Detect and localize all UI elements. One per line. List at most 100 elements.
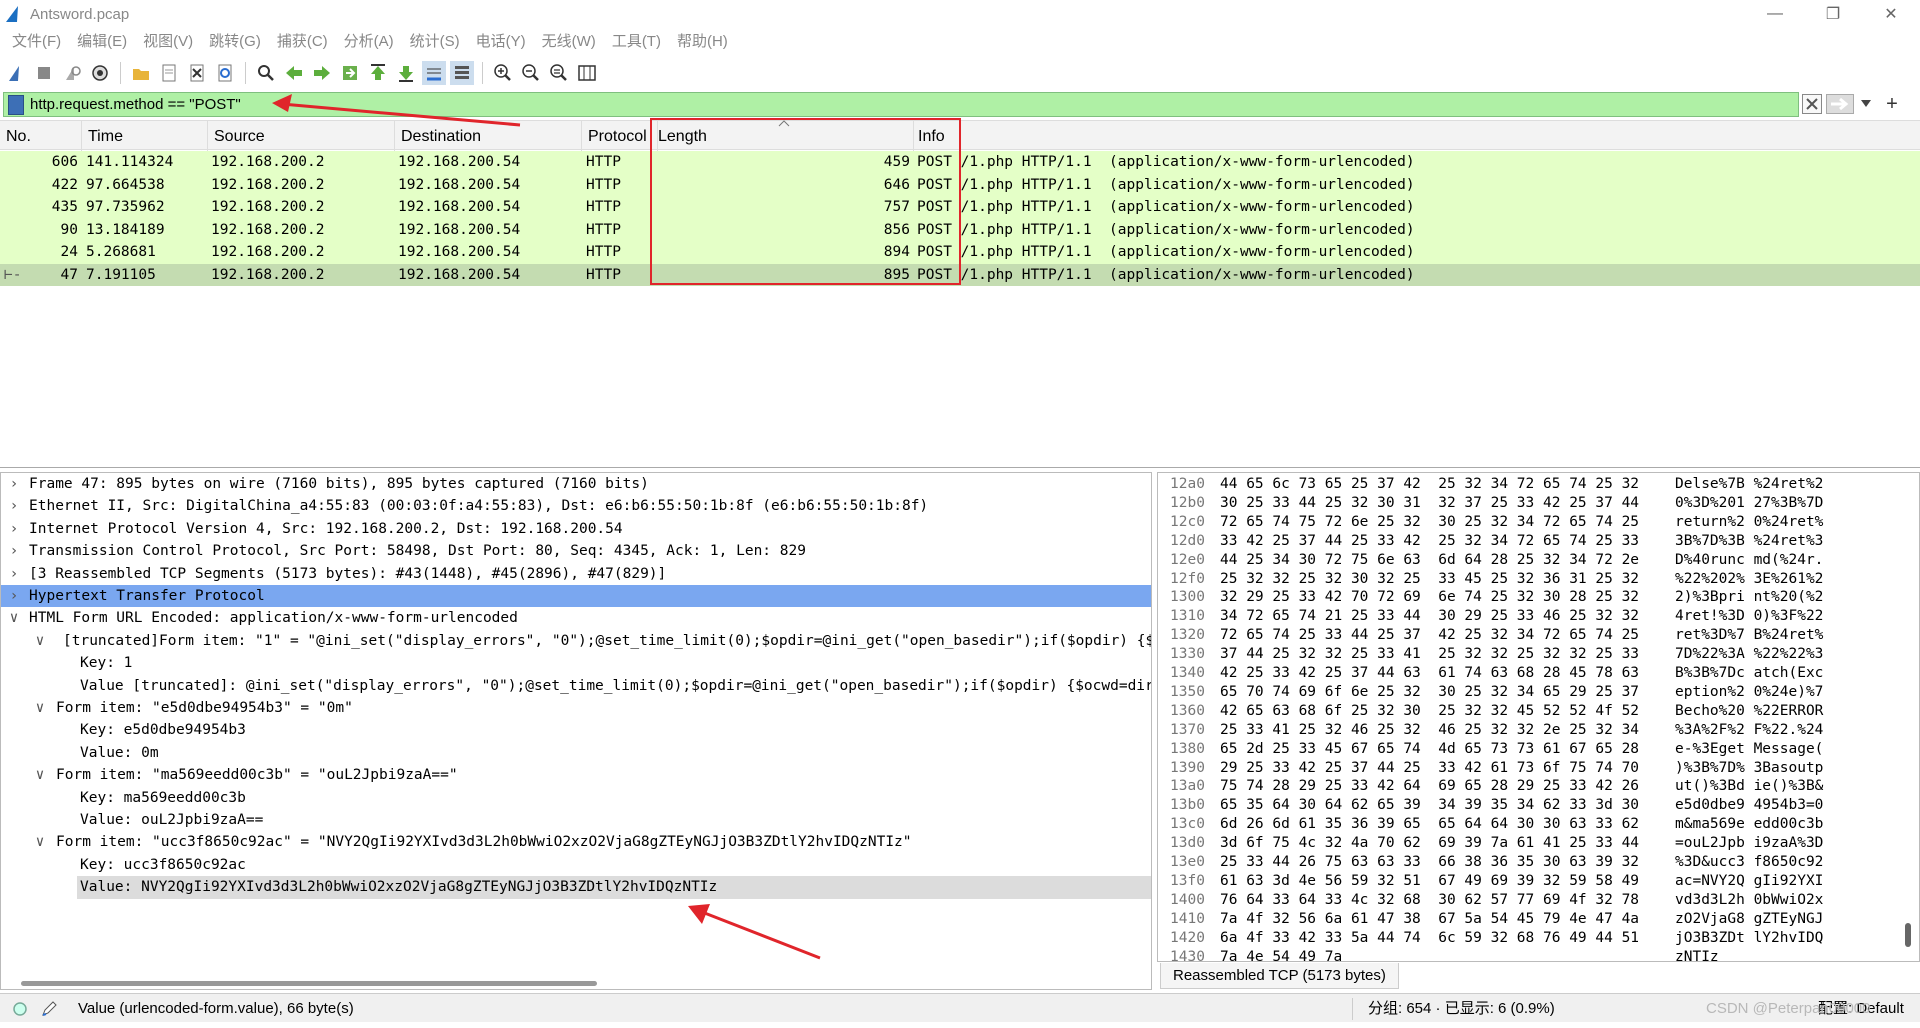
hex-row[interactable]: 1350 65 70 74 69 6f 6e 25 32 30 25 32 34 …	[1158, 683, 1908, 702]
tree-item-key[interactable]: Key: ucc3f8650c92ac	[1, 854, 1151, 876]
tree-item-value-selected[interactable]: Value: NVY2QgIi92YXIvd3d3L2h0bWwiO2xzO2V…	[77, 876, 1151, 899]
hex-row[interactable]: 1320 72 65 74 25 33 44 25 37 42 25 32 34 …	[1158, 626, 1908, 645]
hex-bytes: 25 33 41 25 32 46 25 32 46 25 32 32 2e 2…	[1220, 721, 1640, 738]
menu-edit[interactable]: 编辑(E)	[69, 28, 135, 56]
collapse-chevron-icon: ∨	[9, 610, 19, 627]
hex-row[interactable]: 12b0 30 25 33 44 25 32 30 31 32 37 25 33 …	[1158, 494, 1908, 513]
add-filter-button-icon[interactable]: +	[1882, 93, 1902, 115]
open-file-icon[interactable]	[129, 61, 153, 85]
hex-row[interactable]: 13d0 3d 6f 75 4c 32 4a 70 62 69 39 7a 61 …	[1158, 834, 1908, 853]
resize-columns-icon[interactable]	[575, 61, 599, 85]
menu-go[interactable]: 跳转(G)	[201, 28, 269, 56]
zoom-in-icon[interactable]	[491, 61, 515, 85]
hex-row[interactable]: 1310 34 72 65 74 21 25 33 44 30 29 25 33 …	[1158, 607, 1908, 626]
hex-row[interactable]: 1340 42 25 33 42 25 37 44 63 61 74 63 68 …	[1158, 664, 1908, 683]
menu-telephony[interactable]: 电话(Y)	[468, 28, 534, 56]
hex-row[interactable]: 1360 42 65 63 68 6f 25 32 30 25 32 32 45 …	[1158, 702, 1908, 721]
tab-reassembled-tcp[interactable]: Reassembled TCP (5173 bytes)	[1160, 963, 1399, 989]
menu-analyze[interactable]: 分析(A)	[336, 28, 402, 56]
hex-row[interactable]: 1380 65 2d 25 33 45 67 65 74 4d 65 73 73 …	[1158, 740, 1908, 759]
capture-options-icon[interactable]	[88, 61, 112, 85]
hex-row[interactable]: 1390 29 25 33 42 25 37 44 25 33 42 61 73 …	[1158, 759, 1908, 778]
restart-capture-icon[interactable]	[60, 61, 84, 85]
last-packet-icon[interactable]	[394, 61, 418, 85]
apply-filter-icon[interactable]	[1826, 94, 1854, 114]
hex-ascii: m&ma569e edd00c3b	[1675, 816, 1824, 833]
hex-row[interactable]: 12a0 44 65 6c 73 65 25 37 42 25 32 34 72 …	[1158, 475, 1908, 494]
tree-item-form-encoded[interactable]: ∨ HTML Form URL Encoded: application/x-ww…	[1, 607, 1151, 629]
packet-source: 192.168.200.2	[211, 154, 325, 170]
hex-row[interactable]: 1400 76 64 33 64 33 4c 32 68 30 62 57 77 …	[1158, 891, 1908, 910]
hex-row[interactable]: 13a0 75 74 28 29 25 33 42 64 69 65 28 29 …	[1158, 777, 1908, 796]
find-packet-icon[interactable]	[254, 61, 278, 85]
expert-info-icon[interactable]	[12, 994, 28, 1027]
tree-item-form-item[interactable]: ∨ Form item: "ma569eedd00c3b" = "ouL2Jpbi…	[1, 764, 1151, 786]
go-back-icon[interactable]	[282, 61, 306, 85]
menu-help[interactable]: 帮助(H)	[669, 28, 736, 56]
tree-item-form-item[interactable]: ∨ [truncated]Form item: "1" = "@ini_set("…	[1, 630, 1151, 652]
hex-row[interactable]: 1410 7a 4f 32 56 6a 61 47 38 67 5a 54 45 …	[1158, 910, 1908, 929]
tree-item-value[interactable]: Value: ouL2Jpbi9zaA==	[1, 809, 1151, 831]
tree-item-value[interactable]: Value: 0m	[1, 742, 1151, 764]
column-info[interactable]: Info	[912, 121, 1920, 151]
hex-row[interactable]: 13c0 6d 26 6d 61 35 36 39 65 65 64 64 30 …	[1158, 815, 1908, 834]
start-capture-icon[interactable]	[4, 61, 28, 85]
hex-row[interactable]: 1420 6a 4f 33 42 33 5a 44 74 6c 59 32 68 …	[1158, 929, 1908, 948]
save-file-icon[interactable]	[157, 61, 181, 85]
hex-offset: 1300	[1170, 589, 1205, 606]
hex-row[interactable]: 13f0 61 63 3d 4e 56 59 32 51 67 49 69 39 …	[1158, 872, 1908, 891]
hex-row[interactable]: 12c0 72 65 74 75 72 6e 25 32 30 25 32 34 …	[1158, 513, 1908, 532]
edit-comment-icon[interactable]	[40, 994, 58, 1028]
hex-row[interactable]: 12e0 44 25 34 30 72 75 6e 63 6d 64 28 25 …	[1158, 551, 1908, 570]
horizontal-scrollbar[interactable]	[21, 981, 597, 986]
hex-row[interactable]: 12f0 25 32 32 25 32 30 32 25 33 45 25 32 …	[1158, 570, 1908, 589]
reload-file-icon[interactable]	[213, 61, 237, 85]
bookmark-icon[interactable]	[8, 94, 24, 115]
hex-row[interactable]: 12d0 33 42 25 37 44 25 33 42 25 32 34 72 …	[1158, 532, 1908, 551]
menu-statistics[interactable]: 统计(S)	[402, 28, 468, 56]
menu-view[interactable]: 视图(V)	[135, 28, 201, 56]
tree-item-form-item[interactable]: ∨ Form item: "ucc3f8650c92ac" = "NVY2QgIi…	[1, 831, 1151, 853]
autoscroll-icon[interactable]	[422, 61, 446, 85]
menu-file[interactable]: 文件(F)	[4, 28, 69, 56]
first-packet-icon[interactable]	[366, 61, 390, 85]
menu-tools[interactable]: 工具(T)	[604, 28, 669, 56]
colorize-icon[interactable]	[450, 61, 474, 85]
packet-info: POST /1.php HTTP/1.1 (application/x-www-…	[917, 176, 1415, 193]
go-to-packet-icon[interactable]	[338, 61, 362, 85]
close-icon[interactable]: ✕	[1862, 0, 1920, 28]
hex-row[interactable]: 1330 37 44 25 32 32 25 33 41 25 32 32 25 …	[1158, 645, 1908, 664]
stop-capture-icon[interactable]	[32, 61, 56, 85]
hex-row[interactable]: 13e0 25 33 44 26 75 63 63 33 66 38 36 35 …	[1158, 853, 1908, 872]
tree-item-value[interactable]: Value [truncated]: @ini_set("display_err…	[1, 675, 1151, 697]
tree-item-reassembled[interactable]: › [3 Reassembled TCP Segments (5173 bytes…	[1, 563, 1151, 585]
close-file-icon[interactable]	[185, 61, 209, 85]
tree-item-ipv4[interactable]: › Internet Protocol Version 4, Src: 192.1…	[1, 518, 1151, 540]
packet-destination: 192.168.200.54	[398, 221, 521, 238]
menu-wireless[interactable]: 无线(W)	[534, 28, 604, 56]
filter-dropdown-icon[interactable]	[1858, 94, 1874, 114]
column-time[interactable]: Time	[82, 121, 208, 151]
hex-row[interactable]: 13b0 65 35 64 30 64 62 65 39 34 39 35 34 …	[1158, 796, 1908, 815]
tree-item-form-item[interactable]: ∨ Form item: "e5d0dbe94954b3" = "0m"	[1, 697, 1151, 719]
tree-item-http[interactable]: › Hypertext Transfer Protocol	[1, 585, 1151, 608]
column-protocol[interactable]: Protocol	[582, 121, 658, 151]
clear-filter-icon[interactable]	[1802, 94, 1822, 114]
vertical-scrollbar[interactable]	[1905, 923, 1911, 947]
tree-item-ethernet[interactable]: › Ethernet II, Src: DigitalChina_a4:55:83…	[1, 495, 1151, 517]
minimize-icon[interactable]: —	[1746, 0, 1804, 28]
go-forward-icon[interactable]	[310, 61, 334, 85]
filter-text[interactable]: http.request.method == "POST"	[30, 96, 241, 113]
tree-item-key[interactable]: Key: ma569eedd00c3b	[1, 787, 1151, 809]
hex-row[interactable]: 1370 25 33 41 25 32 46 25 32 46 25 32 32 …	[1158, 721, 1908, 740]
menu-capture[interactable]: 捕获(C)	[269, 28, 336, 56]
column-no[interactable]: No.	[0, 121, 82, 151]
tree-item-key[interactable]: Key: e5d0dbe94954b3	[1, 719, 1151, 741]
hex-row[interactable]: 1300 32 29 25 33 42 70 72 69 6e 74 25 32 …	[1158, 588, 1908, 607]
zoom-out-icon[interactable]	[519, 61, 543, 85]
zoom-reset-icon[interactable]	[547, 61, 571, 85]
restore-icon[interactable]: ❐	[1804, 0, 1862, 28]
tree-item-key[interactable]: Key: 1	[1, 652, 1151, 674]
tree-item-tcp[interactable]: › Transmission Control Protocol, Src Port…	[1, 540, 1151, 562]
tree-item-frame[interactable]: › Frame 47: 895 bytes on wire (7160 bits)…	[1, 473, 1151, 495]
